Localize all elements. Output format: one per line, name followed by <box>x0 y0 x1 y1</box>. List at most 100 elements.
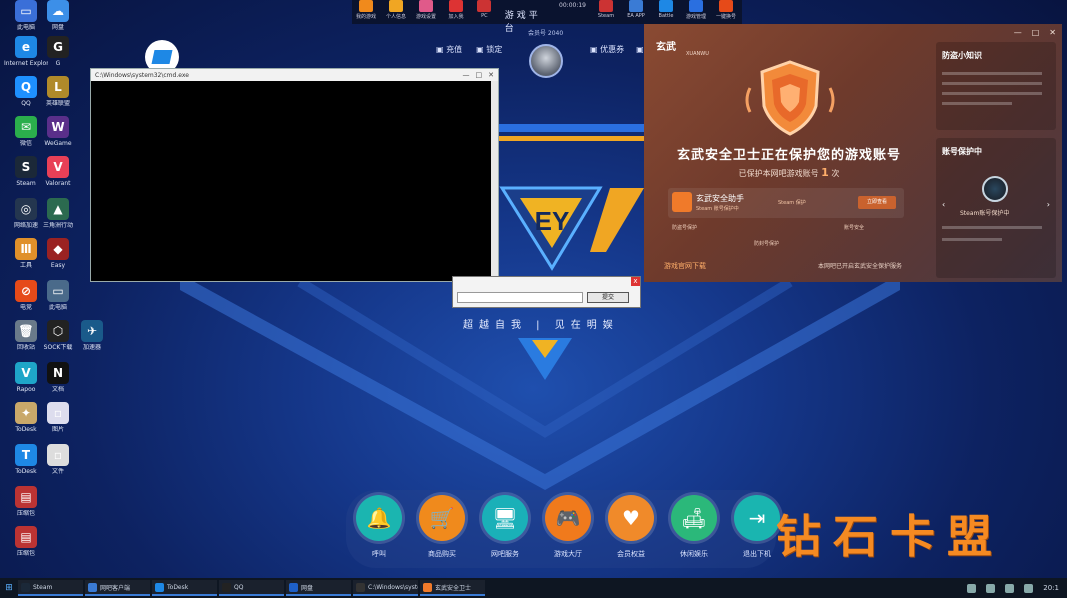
decor-lines <box>180 282 900 491</box>
minimize-icon[interactable]: — <box>463 71 470 79</box>
taskbar-item-label: 网吧客户端 <box>100 584 131 592</box>
xuanwu-footer-note: 本网吧已开启玄武安全保护服务 <box>818 263 903 270</box>
dock-icon: 🛋 <box>671 495 717 541</box>
taskbar-item[interactable]: QQ <box>219 580 284 596</box>
desktop-icon-label: 英雄联盟 <box>45 100 70 107</box>
protect-prefix: 已保护本网吧游戏账号 <box>738 169 819 178</box>
toolbar-item-right-0[interactable]: Steam <box>592 0 620 20</box>
desktop-icon[interactable]: ▤ 压缩包 <box>6 526 46 557</box>
desktop-icon[interactable]: ☁ 网盘 <box>38 0 78 31</box>
app-icon: T <box>15 444 37 466</box>
maximize-icon[interactable]: □ <box>476 71 483 79</box>
desktop-icon[interactable]: ▫ 文件 <box>38 444 78 475</box>
app-icon: ✈ <box>81 320 103 342</box>
next-arrow-icon[interactable]: › <box>1047 200 1050 209</box>
avatar[interactable] <box>529 44 563 78</box>
taskbar-app-icon <box>21 582 30 592</box>
desktop-icon[interactable]: ▫ 图片 <box>38 402 78 433</box>
close-icon[interactable]: ✕ <box>1049 28 1056 37</box>
taskbar-item-label: 玄武安全卫士 <box>435 584 472 592</box>
desktop-icon[interactable]: ▤ 压缩包 <box>6 486 46 517</box>
dock-button[interactable]: 🛋 休闲娱乐 <box>669 495 719 559</box>
app-icon: ◎ <box>15 198 37 220</box>
dialog-submit-button[interactable]: 提交 <box>587 292 629 303</box>
console-window[interactable]: C:\Windows\system32\cmd.exe — □ ✕ <box>90 68 499 282</box>
network-icon[interactable] <box>1005 583 1015 593</box>
xuanwu-logo-sub: XUANWU <box>686 51 709 57</box>
desktop-icon[interactable]: ▲ 三角洲行动 <box>38 198 78 229</box>
desktop-icon-label: 压缩包 <box>16 510 35 517</box>
toolbar-label: 一键换号 <box>715 14 736 20</box>
app-icon: ▫ <box>47 444 69 466</box>
game-emblem-logo: EY <box>499 186 644 271</box>
toolbar-item-right-3[interactable]: 游戏管理 <box>682 0 710 20</box>
app-icon: ▭ <box>15 0 37 22</box>
toolbar-label: EA APP <box>627 13 645 19</box>
minimize-icon[interactable]: — <box>1014 28 1022 37</box>
toolbar-item-pc[interactable]: PC <box>472 0 497 19</box>
taskbar-item[interactable]: C:\Windows\system32 <box>353 580 418 596</box>
desktop-icon-label: G <box>55 60 61 67</box>
dock-button[interactable]: ⇥ 退出下机 <box>732 495 782 559</box>
svg-text:EY: EY <box>535 206 570 236</box>
view-now-button[interactable]: 立即查看 <box>858 196 896 209</box>
tray-icon[interactable] <box>986 583 996 593</box>
toolbar-item-0[interactable]: 我的游戏 <box>352 0 380 20</box>
dock-button[interactable]: ♥ 会员权益 <box>606 495 656 559</box>
desktop-icon[interactable]: ✈ 加速器 <box>72 320 112 351</box>
toolbar-item-3[interactable]: 加入我 <box>442 0 470 20</box>
taskbar-item[interactable]: 网吧客户端 <box>85 580 150 596</box>
prev-arrow-icon[interactable]: ‹ <box>942 200 945 209</box>
desktop-icon[interactable]: V Valorant <box>38 156 78 187</box>
desktop-icon[interactable]: ▭ 此电脑 <box>38 280 78 311</box>
desktop-icon[interactable]: W WeGame <box>38 116 78 147</box>
windows-start-icon[interactable]: ⊞ <box>0 578 18 598</box>
game-slogan: 超越自我 | 见在明娱 <box>463 320 619 331</box>
taskbar-item[interactable]: 网盘 <box>286 580 351 596</box>
dock-button[interactable]: 🛒 商品购买 <box>417 495 467 559</box>
dock-button[interactable]: 🖥 网吧服务 <box>480 495 530 559</box>
member-id: 会员号 2040 <box>528 30 564 37</box>
app-icon: Ⅲ <box>15 238 37 260</box>
toolbar-item-2[interactable]: 游戏设置 <box>412 0 440 20</box>
dock-icon: 🛒 <box>419 495 465 541</box>
toolbar-item-1[interactable]: 个人信息 <box>382 0 410 20</box>
game-nav-item-1[interactable]: ▣ 锁定 <box>476 44 502 55</box>
official-download-link[interactable]: 游戏官网下载 <box>664 261 706 271</box>
game-nav-item-0[interactable]: ▣ 充值 <box>436 44 462 55</box>
toolbar-item-right-2[interactable]: Battle <box>652 0 680 20</box>
maximize-icon[interactable]: □ <box>1032 28 1040 37</box>
game-nav-item-right-0[interactable]: ▣ 优惠券 <box>590 44 624 55</box>
decor-stripe-blue <box>498 124 644 132</box>
taskbar-item[interactable]: 玄武安全卫士 <box>420 580 485 596</box>
desktop-icon[interactable]: N 文档 <box>38 362 78 393</box>
dock-button[interactable]: 🎮 游戏大厅 <box>543 495 593 559</box>
dialog-input[interactable] <box>457 292 583 303</box>
app-icon: S <box>15 156 37 178</box>
desktop-icon[interactable]: ◆ Easy <box>38 238 78 269</box>
taskbar-item[interactable]: Steam <box>18 580 83 596</box>
toolbar-icon <box>659 0 673 12</box>
console-scrollbar[interactable] <box>491 81 498 281</box>
dialog-close-icon[interactable]: x <box>631 277 640 286</box>
app-icon: ☁ <box>47 0 69 22</box>
volume-icon[interactable] <box>1024 583 1034 593</box>
account-protection-card: 账号保护中 ‹ › Steam账号保护中 <box>936 138 1056 278</box>
dock-label: 休闲娱乐 <box>680 550 708 558</box>
console-titlebar[interactable]: C:\Windows\system32\cmd.exe — □ ✕ <box>91 69 498 81</box>
desktop-icon[interactable]: L 英雄联盟 <box>38 76 78 107</box>
toolbar-item-right-1[interactable]: EA APP <box>622 0 650 20</box>
app-icon: ▤ <box>15 486 37 508</box>
dock-button[interactable]: 🔔 呼叫 <box>354 495 404 559</box>
tray-icon[interactable] <box>967 583 977 593</box>
toolbar-label: 我的游戏 <box>355 14 376 20</box>
desktop-icon[interactable]: GG <box>38 36 78 67</box>
xuanwu-logo: 玄武 <box>656 42 676 53</box>
taskbar-app-icon <box>356 582 365 592</box>
taskbar-item[interactable]: ToDesk <box>152 580 217 596</box>
toolbar-item-right-4[interactable]: 一键换号 <box>712 0 740 20</box>
desktop-icon-label: 文件 <box>51 468 64 475</box>
app-icon: ▭ <box>47 280 69 302</box>
taskbar-app-icon <box>289 582 298 592</box>
close-icon[interactable]: ✕ <box>488 71 494 79</box>
